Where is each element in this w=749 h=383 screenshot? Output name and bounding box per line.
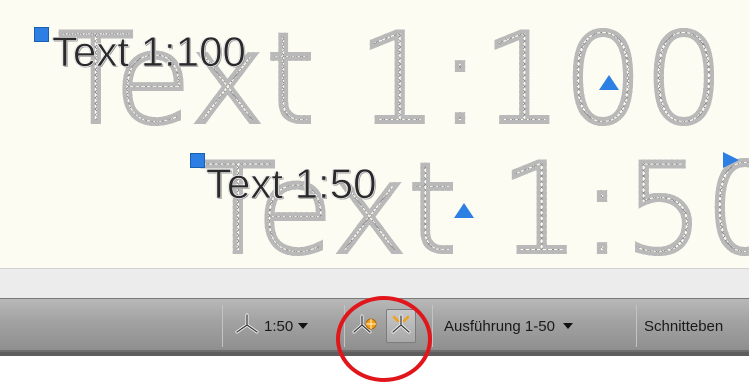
drawing-canvas[interactable]: Text 1:100 Text 1:100 Text 1:50 Text 1:5…	[0, 0, 749, 268]
grip-triangle-1-50[interactable]	[454, 203, 474, 218]
grip-insertion-point-1-50[interactable]	[190, 153, 205, 168]
separator-band	[0, 268, 749, 298]
dropdown-arrow-icon	[562, 323, 573, 329]
status-divider	[432, 305, 433, 347]
annotation-visibility-button[interactable]	[386, 309, 416, 343]
grip-insertion-point-1-100[interactable]	[34, 27, 49, 42]
workspace-dropdown[interactable]: Ausführung 1-50	[440, 309, 573, 343]
annotation-scale-dropdown[interactable]: 1:50	[234, 309, 309, 343]
auto-scale-icon	[352, 311, 378, 341]
section-plane-value: Schnitteben	[644, 317, 724, 335]
section-plane-dropdown[interactable]: Schnitteben	[644, 309, 723, 343]
annotation-scale-icon	[234, 312, 260, 340]
status-divider	[344, 305, 345, 347]
status-divider	[222, 305, 223, 347]
auto-scale-button[interactable]	[352, 309, 378, 343]
dropdown-arrow-icon	[298, 323, 309, 329]
grip-triangle-right[interactable]	[723, 152, 739, 168]
workspace-value: Ausführung 1-50	[444, 317, 555, 335]
annotative-text-1-50-small[interactable]: Text 1:50	[206, 160, 377, 208]
annotative-text-1-100-small[interactable]: Text 1:100	[52, 28, 246, 76]
status-bar: 1:50 Ausführung 1-50 Schnitteben	[0, 298, 749, 352]
bottom-area	[0, 356, 749, 383]
annotation-scale-value: 1:50	[264, 317, 294, 335]
status-divider	[636, 305, 637, 347]
grip-triangle-1-100[interactable]	[599, 75, 619, 90]
annotation-visibility-icon	[388, 311, 414, 341]
